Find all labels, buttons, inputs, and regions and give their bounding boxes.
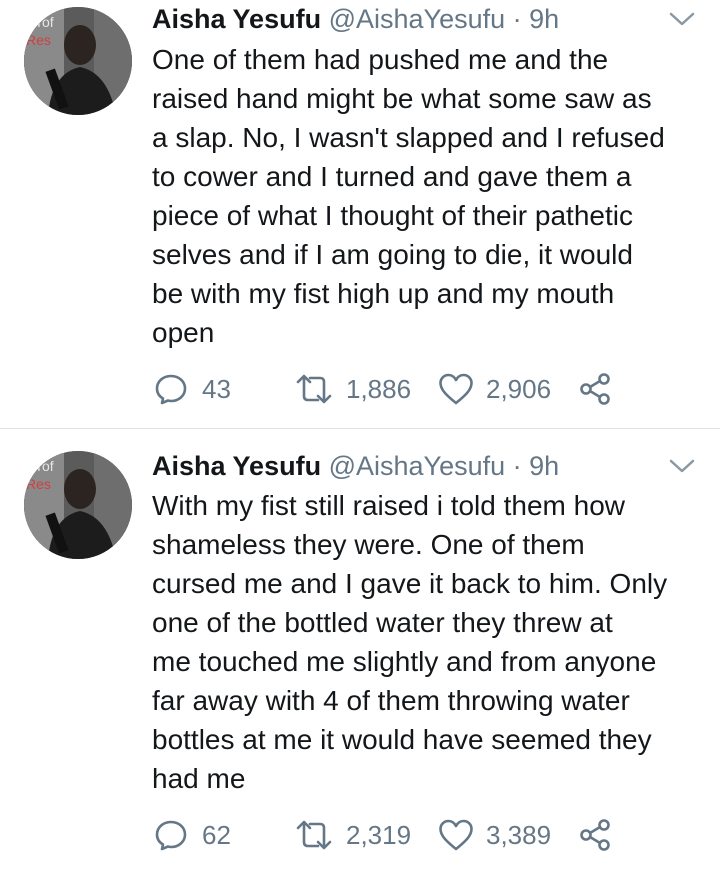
like-icon: [439, 373, 473, 405]
author-name[interactable]: Aisha Yesufu: [152, 4, 321, 34]
tweet-actions: 43 1,886 2,906: [152, 369, 632, 409]
reply-button[interactable]: 43: [154, 369, 231, 409]
like-count: 3,389: [486, 819, 552, 850]
svg-text:Res: Res: [26, 32, 51, 48]
tweet[interactable]: Prof Res Aisha Yesufu @AishaYesufu · 9h …: [0, 429, 720, 873]
reply-icon: [155, 820, 187, 851]
tweet-header: Aisha Yesufu @AishaYesufu · 9h: [152, 2, 680, 36]
chevron-down-icon[interactable]: [668, 10, 696, 28]
reply-button[interactable]: 62: [154, 815, 231, 855]
tweet-text: One of them had pushed me and the raised…: [152, 44, 665, 348]
author-name[interactable]: Aisha Yesufu: [152, 451, 321, 481]
like-count: 2,906: [486, 373, 552, 404]
like-icon: [439, 819, 473, 851]
tweet[interactable]: Prof Res ​ Aisha Yesufu @AishaYesufu · 9…: [0, 0, 720, 429]
avatar[interactable]: Prof Res ​: [24, 7, 132, 115]
retweet-icon: [296, 374, 332, 404]
like-button[interactable]: 3,389: [438, 815, 551, 855]
tweet-text: With my fist still raised i told them ho…: [152, 490, 668, 794]
chevron-down-icon[interactable]: [668, 457, 696, 475]
separator: ·: [512, 451, 522, 481]
separator: ·: [512, 4, 522, 34]
reply-icon: [155, 374, 187, 405]
author-handle[interactable]: @AishaYesufu: [329, 451, 506, 481]
reply-count: 43: [202, 373, 231, 404]
svg-text:Res: Res: [26, 476, 51, 492]
svg-text:Prof: Prof: [28, 14, 54, 30]
like-button[interactable]: 2,906: [438, 369, 551, 409]
share-button[interactable]: [578, 815, 612, 855]
author-handle[interactable]: @AishaYesufu: [329, 4, 506, 34]
retweet-count: 1,886: [346, 373, 412, 404]
tweet-actions: 62 2,319 3,389: [152, 815, 632, 855]
timestamp[interactable]: 9h: [529, 4, 559, 34]
share-icon: [580, 819, 610, 851]
tweet-header: Aisha Yesufu @AishaYesufu · 9h: [152, 449, 680, 483]
svg-text:Prof: Prof: [28, 458, 54, 474]
retweet-count: 2,319: [346, 819, 412, 850]
retweet-icon: [296, 820, 332, 850]
share-button[interactable]: [578, 369, 612, 409]
share-icon: [580, 373, 610, 405]
retweet-button[interactable]: 2,319: [294, 815, 411, 855]
avatar[interactable]: Prof Res: [24, 451, 132, 559]
reply-count: 62: [202, 819, 231, 850]
retweet-button[interactable]: 1,886: [294, 369, 411, 409]
timestamp[interactable]: 9h: [529, 451, 559, 481]
